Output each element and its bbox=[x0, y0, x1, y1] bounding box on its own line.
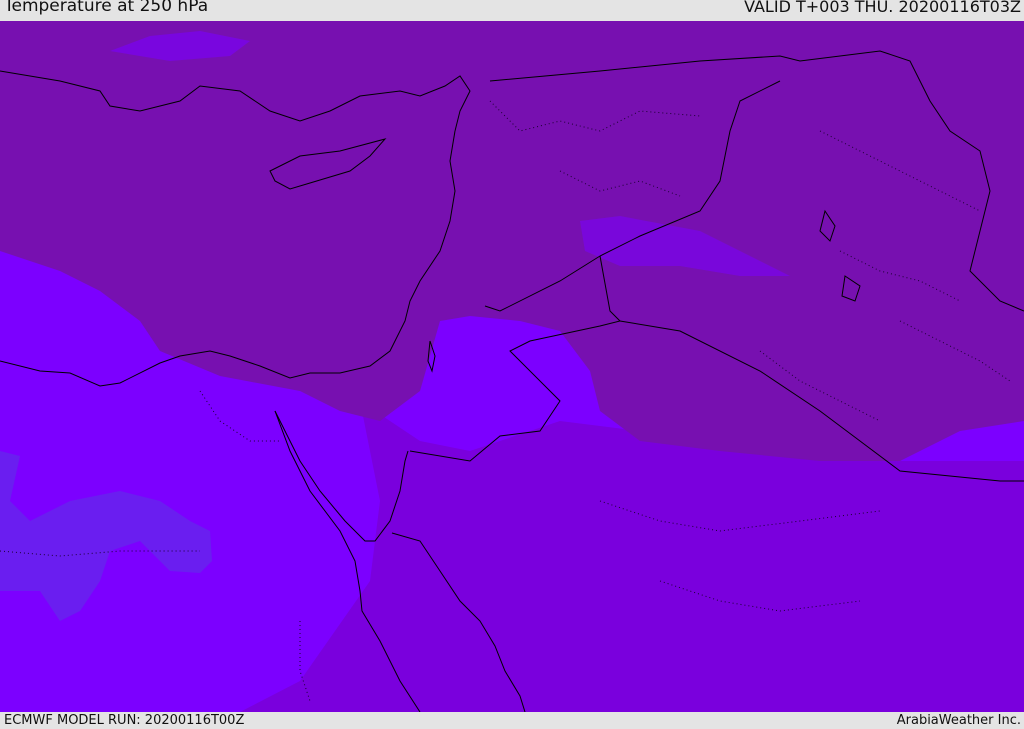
footer-bar: ECMWF MODEL RUN: 20200116T00Z ArabiaWeat… bbox=[0, 712, 1024, 729]
map-title: Temperature at 250 hPa bbox=[4, 0, 209, 16]
model-run: ECMWF MODEL RUN: 20200116T00Z bbox=[4, 713, 245, 728]
credit: ArabiaWeather Inc. bbox=[896, 713, 1021, 728]
weather-map bbox=[0, 21, 1024, 712]
header-bar: Temperature at 250 hPa VALID T+003 THU. … bbox=[0, 0, 1024, 21]
valid-time: VALID T+003 THU. 20200116T03Z bbox=[744, 0, 1021, 16]
